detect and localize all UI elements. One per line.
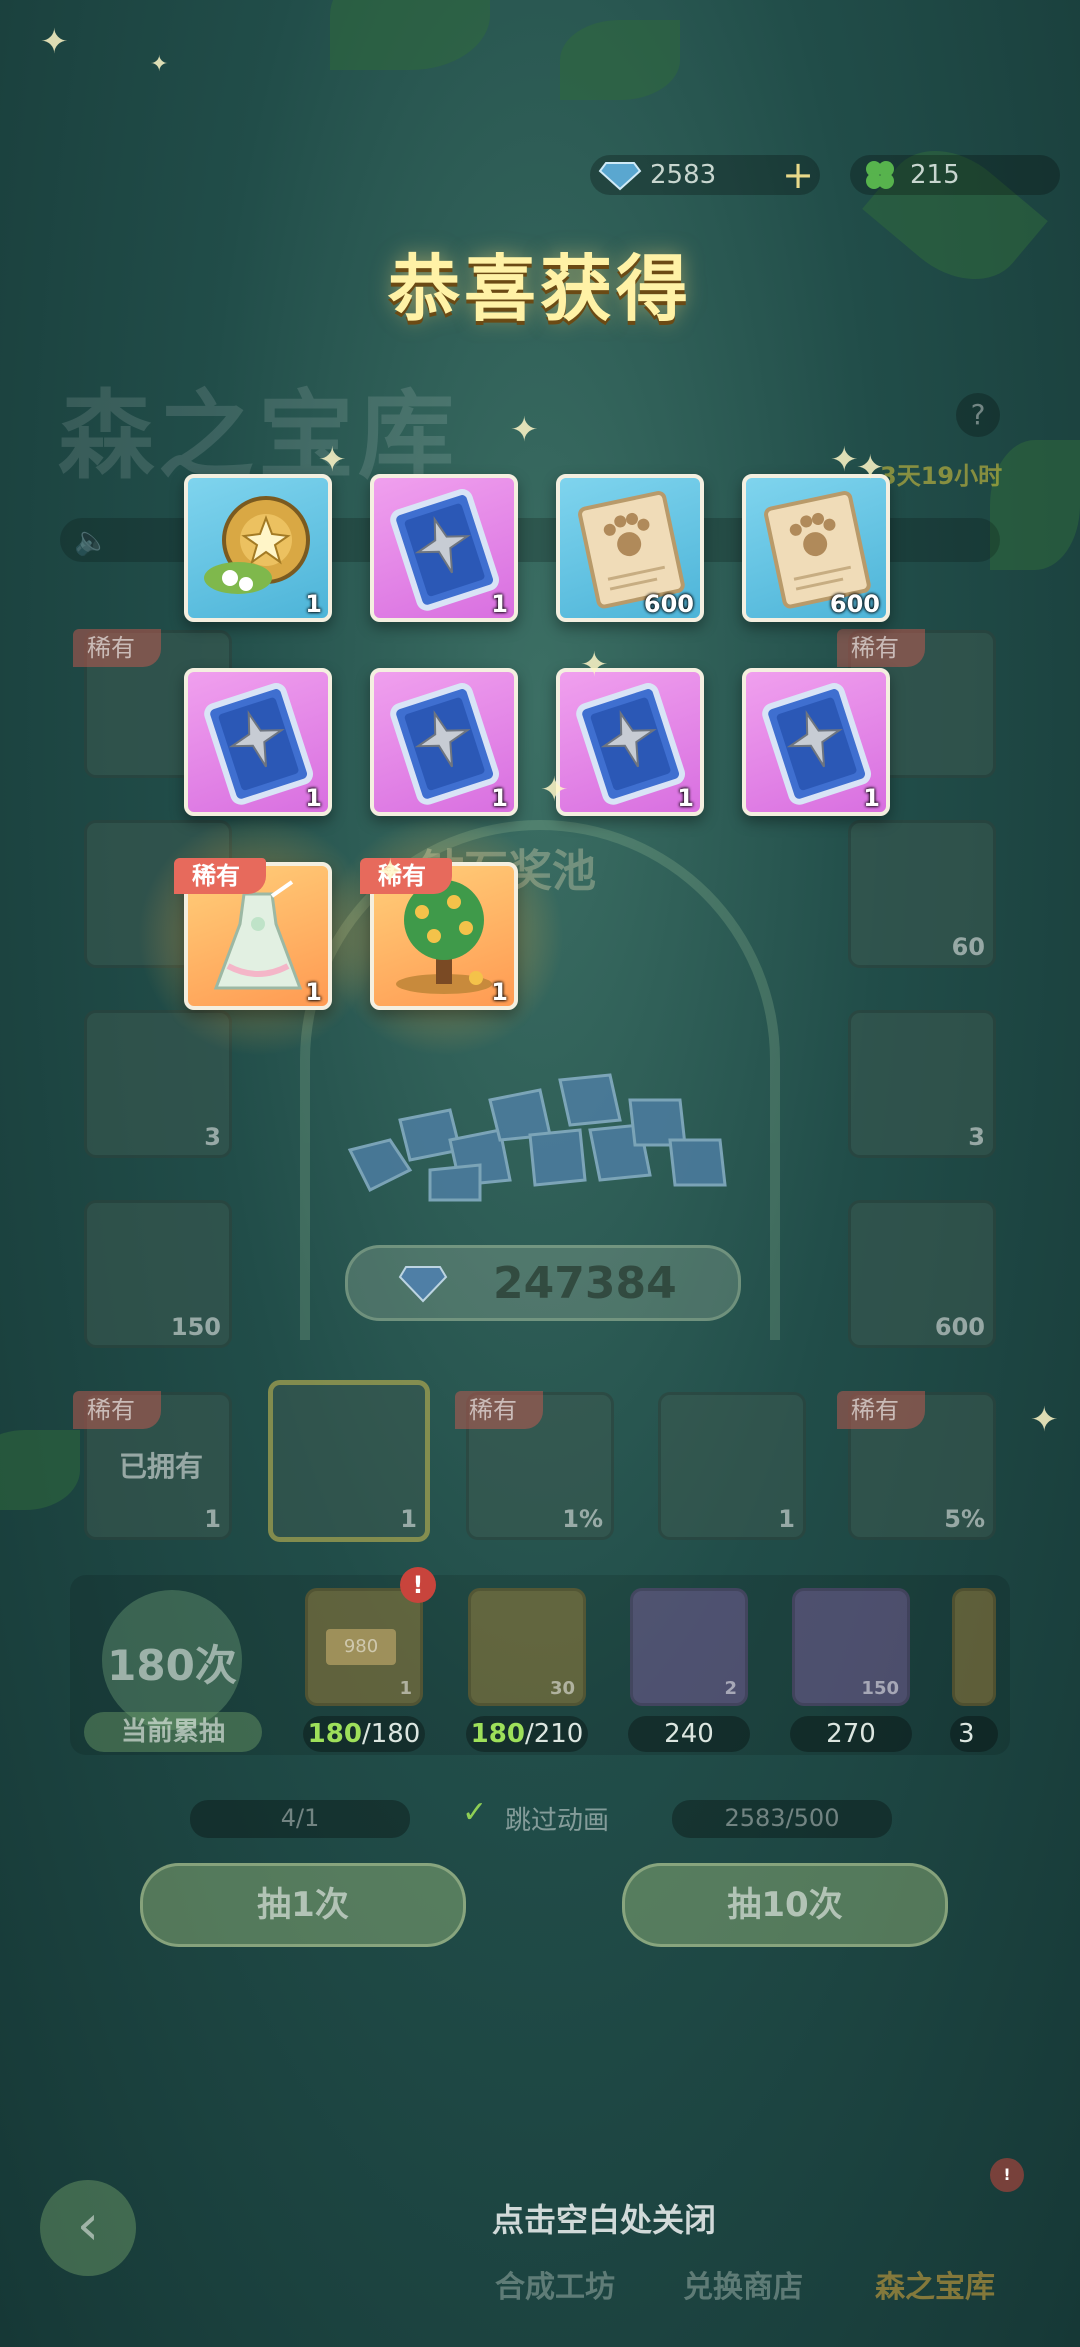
diamond-cost: 2583/500 <box>672 1800 892 1838</box>
diamond-pile-icon <box>347 1073 727 1202</box>
nav-forest-treasury[interactable]: 森之宝库 <box>875 2262 995 2306</box>
milestone-reward[interactable] <box>952 1588 996 1706</box>
reward-count: 600 <box>829 590 880 618</box>
milestone-progress: 180/210 <box>466 1716 588 1752</box>
reward-count: 1 <box>491 784 508 812</box>
reward-card[interactable]: 1 <box>184 474 332 622</box>
draw-count-label: 当前累抽 <box>84 1712 262 1752</box>
alert-badge: ! <box>400 1567 436 1603</box>
diamond-balance: 2583 + <box>590 155 820 195</box>
milestone-reward[interactable]: 30 <box>468 1588 586 1706</box>
clover-balance: 215 <box>850 155 1060 195</box>
pool-slot: 稀有 已拥有 1 <box>73 1391 232 1540</box>
reward-card[interactable]: 1 <box>370 474 518 622</box>
sparkle-icon: ✦ <box>510 410 539 450</box>
leaf-decoration <box>0 1430 80 1510</box>
rare-tag: 稀有 <box>360 858 452 894</box>
reward-count: 600 <box>643 590 694 618</box>
reward-card[interactable]: 1 <box>184 668 332 816</box>
reward-card[interactable]: 1 <box>742 668 890 816</box>
sparkle-icon: ✦ <box>150 52 169 77</box>
leaf-decoration <box>990 440 1080 570</box>
milestone-reward[interactable]: 2 <box>630 1588 748 1706</box>
reward-count: 1 <box>677 784 694 812</box>
rare-tag: 稀有 <box>174 858 266 894</box>
reward-card[interactable]: 600 <box>556 474 704 622</box>
pool-slot: 150 <box>84 1200 232 1348</box>
leaf-decoration <box>560 20 680 100</box>
draw-once-button[interactable]: 抽1次 <box>140 1863 466 1947</box>
pool-slot: 1 <box>658 1392 806 1540</box>
reward-count: 1 <box>491 978 508 1006</box>
help-button[interactable]: ? <box>956 393 1000 437</box>
sparkle-icon: ✦ <box>318 440 347 480</box>
clover-icon <box>866 161 894 189</box>
ticket-count: 4/1 <box>190 1800 410 1838</box>
diamond-count: 2583 <box>650 160 717 190</box>
nav-workshop[interactable]: 合成工坊 <box>495 2262 615 2306</box>
rare-tag: 稀有 <box>837 629 925 667</box>
reward-count: 1 <box>305 590 322 618</box>
diamond-icon <box>398 1266 448 1303</box>
milestone-progress: 270 <box>790 1716 912 1752</box>
milestone-reward[interactable]: 150 <box>792 1588 910 1706</box>
draw-ten-button[interactable]: 抽10次 <box>622 1863 948 1947</box>
pool-total-panel: 247384 <box>345 1245 741 1321</box>
pool-slot: 3 <box>848 1010 996 1158</box>
pool-slot: 稀有 1% <box>455 1391 614 1540</box>
coupon-icon: 980 <box>326 1629 396 1665</box>
sparkle-icon: ✦ <box>1030 1400 1059 1440</box>
sparkle-icon: ✦ <box>580 645 609 685</box>
add-diamond-button[interactable]: + <box>782 155 814 195</box>
reward-card[interactable]: 600 <box>742 474 890 622</box>
milestone-reward[interactable]: 980 1 ! <box>305 1567 436 1706</box>
alert-badge: ! <box>990 2158 1024 2192</box>
speaker-icon: 🔈 <box>74 524 109 557</box>
reward-card[interactable]: 1 <box>556 668 704 816</box>
pool-slot: 稀有 5% <box>837 1391 996 1540</box>
skip-animation-toggle[interactable]: 跳过动画 <box>505 1800 609 1837</box>
pool-slot-selected: 1 <box>268 1380 430 1542</box>
pool-slot: 600 <box>848 1200 996 1348</box>
clover-count: 215 <box>910 160 960 190</box>
owned-label: 已拥有 <box>118 1450 203 1483</box>
rare-tag: 稀有 <box>73 629 161 667</box>
reward-count: 1 <box>491 590 508 618</box>
reward-card[interactable]: 1 <box>370 668 518 816</box>
sparkle-icon: ✦ <box>856 448 885 488</box>
checkmark-icon[interactable]: ✓ <box>462 1795 487 1830</box>
reward-count: 1 <box>305 978 322 1006</box>
reward-count: 1 <box>305 784 322 812</box>
milestone-progress: 180/180 <box>303 1716 425 1752</box>
sparkle-icon: ✦ <box>40 22 69 62</box>
milestone-progress: 3 <box>950 1716 998 1752</box>
event-timer: 3天19小时 <box>880 462 1003 490</box>
sparkle-icon: ✦ <box>830 440 859 480</box>
draw-count-badge: 180次 <box>102 1590 242 1730</box>
milestone-progress: 240 <box>628 1716 750 1752</box>
sparkle-icon: ✦ <box>376 852 405 892</box>
diamond-icon <box>598 162 642 191</box>
nav-exchange-shop[interactable]: 兑换商店 <box>683 2262 803 2306</box>
back-button[interactable]: ‹ <box>40 2180 136 2276</box>
reward-card[interactable]: 1 稀有 <box>174 858 332 1010</box>
reward-count: 1 <box>863 784 880 812</box>
pool-slot: 60 <box>848 820 996 968</box>
sparkle-icon: ✦ <box>540 770 569 810</box>
leaf-decoration <box>330 0 490 70</box>
pool-total: 247384 <box>493 1258 677 1309</box>
close-hint: 点击空白处关闭 <box>492 2201 717 2239</box>
popup-title: 恭喜获得 <box>387 247 692 331</box>
